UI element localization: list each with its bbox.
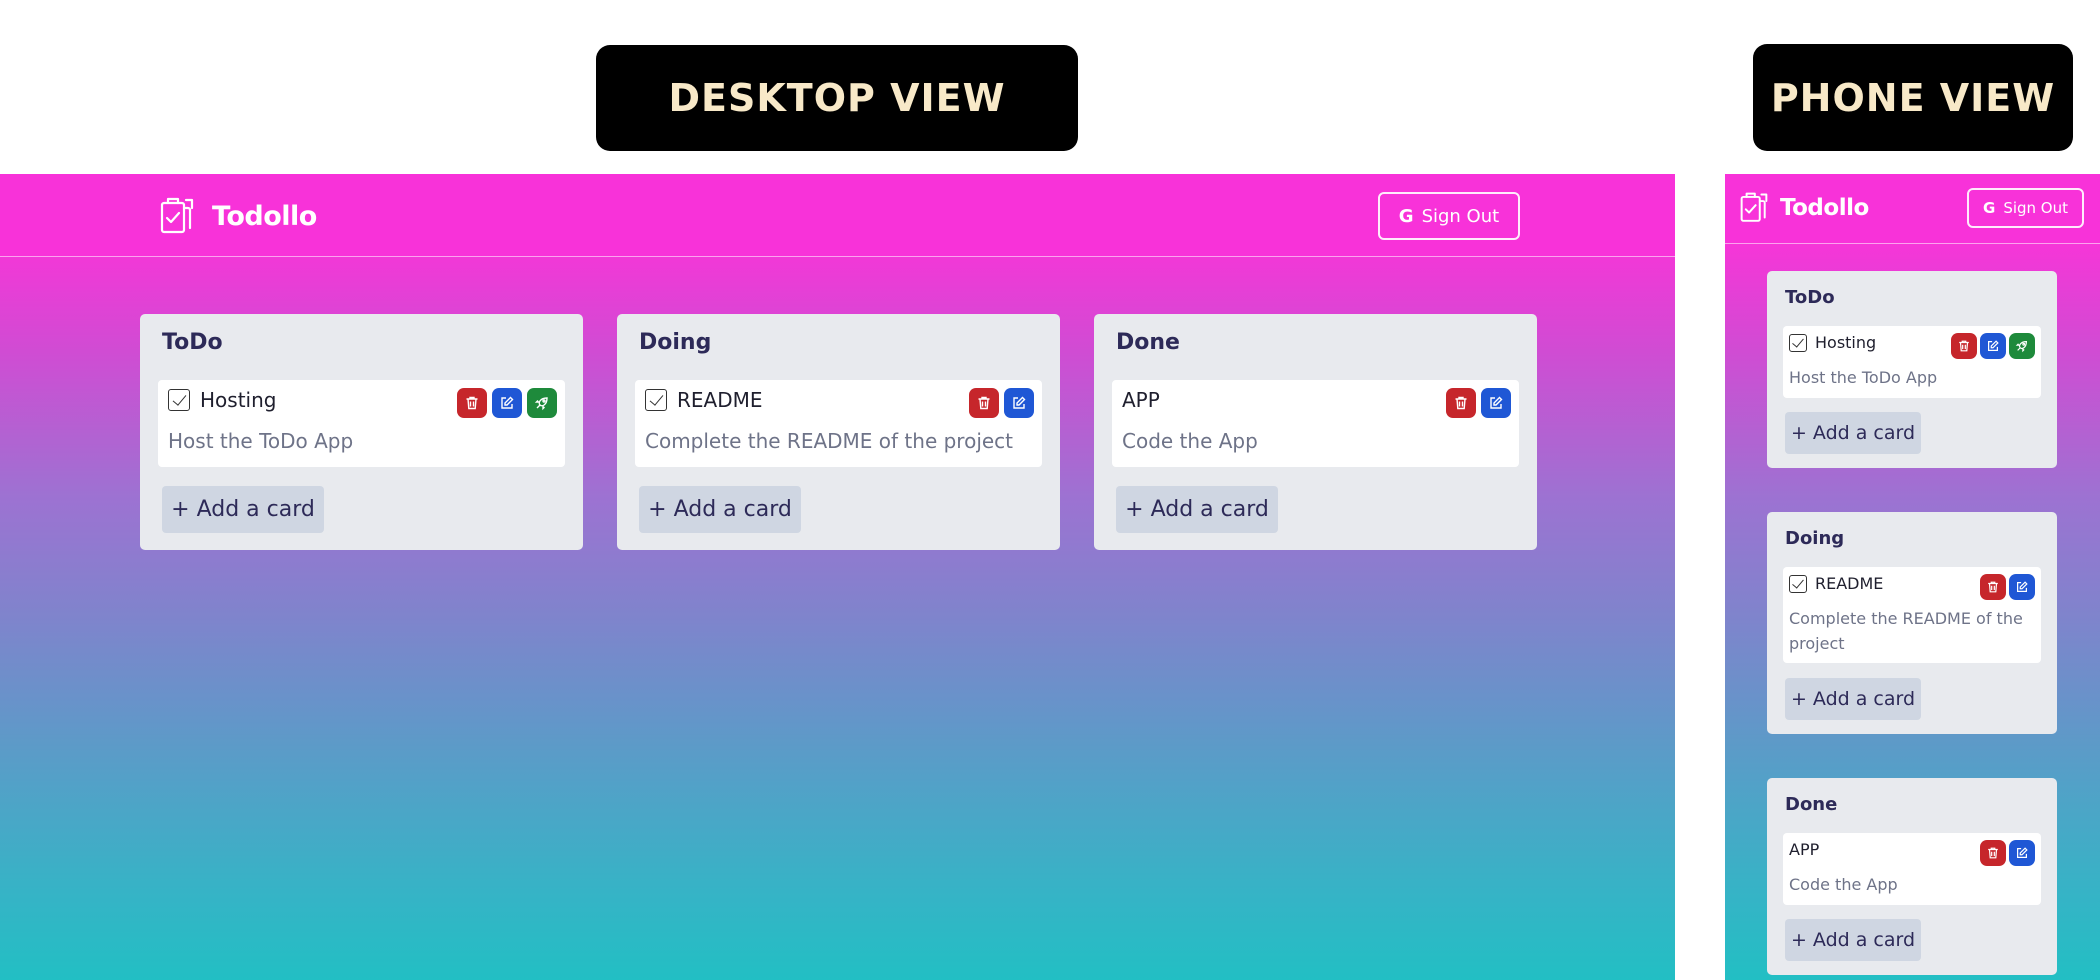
add-card-button[interactable]: + Add a card bbox=[1116, 486, 1278, 533]
checkbox-icon[interactable] bbox=[1789, 333, 1807, 352]
card-title: APP bbox=[1122, 388, 1160, 412]
add-card-button[interactable]: + Add a card bbox=[639, 486, 801, 533]
card-title-text: APP bbox=[1122, 388, 1160, 412]
delete-button[interactable] bbox=[1951, 333, 1977, 359]
card-title-text: Hosting bbox=[200, 388, 277, 412]
delete-button[interactable] bbox=[969, 388, 999, 418]
sign-out-button[interactable]: G Sign Out bbox=[1967, 188, 2084, 228]
google-icon: G bbox=[1983, 199, 1996, 217]
edit-button[interactable] bbox=[492, 388, 522, 418]
card-actions bbox=[964, 388, 1034, 418]
delete-button[interactable] bbox=[1446, 388, 1476, 418]
list-title: Done bbox=[1785, 794, 1838, 815]
edit-button[interactable] bbox=[1481, 388, 1511, 418]
checkbox-icon[interactable] bbox=[1789, 574, 1807, 593]
trash-icon bbox=[976, 395, 992, 411]
brand-name: Todollo bbox=[212, 200, 317, 232]
list-title: ToDo bbox=[1785, 287, 1835, 308]
rocket-icon bbox=[2015, 339, 2029, 353]
card-actions bbox=[1441, 388, 1511, 418]
brand[interactable]: Todollo bbox=[160, 194, 317, 238]
list-title: Doing bbox=[1785, 528, 1845, 549]
sign-out-label: Sign Out bbox=[2003, 199, 2068, 217]
trash-icon bbox=[464, 395, 480, 411]
card-description: Complete the README of the project bbox=[645, 429, 1014, 453]
google-icon: G bbox=[1398, 205, 1414, 227]
card-title-text: APP bbox=[1789, 840, 1820, 859]
list-todo: ToDo Hosting Host the ToDo App + Add a c… bbox=[1767, 271, 2057, 468]
trash-icon bbox=[1957, 339, 1971, 353]
card[interactable]: APP Code the App bbox=[1112, 380, 1519, 467]
card-title: APP bbox=[1789, 840, 1819, 859]
launch-button[interactable] bbox=[527, 388, 557, 418]
clipboard-check-icon bbox=[160, 194, 194, 238]
checkbox-icon[interactable] bbox=[168, 389, 190, 411]
trash-icon bbox=[1453, 395, 1469, 411]
add-card-button[interactable]: + Add a card bbox=[162, 486, 324, 533]
edit-icon bbox=[1986, 339, 2000, 353]
edit-button[interactable] bbox=[2009, 574, 2035, 600]
card[interactable]: Hosting Host the ToDo App bbox=[1783, 326, 2041, 398]
card[interactable]: Hosting Host the ToDo App bbox=[158, 380, 565, 467]
edit-button[interactable] bbox=[2009, 840, 2035, 866]
list-done: Done APP Code the App + Add a card bbox=[1767, 778, 2057, 975]
card-description: Code the App bbox=[1789, 875, 1898, 894]
card-title: README bbox=[645, 388, 763, 412]
edit-icon bbox=[1488, 395, 1504, 411]
delete-button[interactable] bbox=[1980, 840, 2006, 866]
app-header: Todollo G Sign Out bbox=[1725, 174, 2100, 244]
brand-name: Todollo bbox=[1780, 195, 1869, 221]
card-title-text: README bbox=[677, 388, 763, 412]
card-title-text: README bbox=[1815, 574, 1884, 593]
edit-icon bbox=[2015, 580, 2029, 594]
trash-icon bbox=[1986, 846, 2000, 860]
clipboard-check-icon bbox=[1740, 189, 1768, 227]
list-title: Doing bbox=[639, 330, 712, 355]
card[interactable]: README Complete the README of the projec… bbox=[635, 380, 1042, 467]
edit-button[interactable] bbox=[1004, 388, 1034, 418]
edit-icon bbox=[1011, 395, 1027, 411]
checkbox-icon[interactable] bbox=[645, 389, 667, 411]
card-title: Hosting bbox=[168, 388, 276, 412]
sign-out-button[interactable]: G Sign Out bbox=[1378, 192, 1520, 240]
card[interactable]: APP Code the App bbox=[1783, 833, 2041, 905]
delete-button[interactable] bbox=[1980, 574, 2006, 600]
card-description: Code the App bbox=[1122, 429, 1258, 453]
card-description: Host the ToDo App bbox=[1789, 368, 1938, 387]
list-done: Done APP Code the App + Add a card bbox=[1094, 314, 1537, 550]
card-title-text: Hosting bbox=[1815, 333, 1877, 352]
card-title: Hosting bbox=[1789, 333, 1876, 352]
app-header: Todollo G Sign Out bbox=[0, 174, 1675, 257]
edit-button[interactable] bbox=[1980, 333, 2006, 359]
phone-view-label: PHONE VIEW bbox=[1753, 44, 2073, 151]
card-description: Complete the README of the project bbox=[1789, 609, 2023, 653]
sign-out-label: Sign Out bbox=[1421, 205, 1500, 227]
list-doing: Doing README Complete the README of the … bbox=[1767, 512, 2057, 734]
card-actions bbox=[1948, 333, 2035, 359]
card-actions bbox=[1977, 840, 2035, 866]
desktop-view: Todollo G Sign Out ToDo Hosting Host the… bbox=[0, 174, 1675, 980]
card-actions bbox=[452, 388, 557, 418]
phone-view: Todollo G Sign Out ToDo Hosting Host the… bbox=[1725, 174, 2100, 980]
card-actions bbox=[1977, 574, 2035, 600]
add-card-button[interactable]: + Add a card bbox=[1785, 919, 1921, 961]
trash-icon bbox=[1986, 580, 2000, 594]
list-todo: ToDo Hosting Host the ToDo App + Add a c… bbox=[140, 314, 583, 550]
list-title: Done bbox=[1116, 330, 1180, 355]
desktop-view-label: DESKTOP VIEW bbox=[596, 45, 1078, 151]
card-title: README bbox=[1789, 574, 1883, 593]
launch-button[interactable] bbox=[2009, 333, 2035, 359]
edit-icon bbox=[2015, 846, 2029, 860]
edit-icon bbox=[499, 395, 515, 411]
add-card-button[interactable]: + Add a card bbox=[1785, 678, 1921, 720]
delete-button[interactable] bbox=[457, 388, 487, 418]
add-card-button[interactable]: + Add a card bbox=[1785, 412, 1921, 454]
card-description: Host the ToDo App bbox=[168, 429, 354, 453]
list-title: ToDo bbox=[162, 330, 223, 355]
list-doing: Doing README Complete the README of the … bbox=[617, 314, 1060, 550]
rocket-icon bbox=[534, 395, 550, 411]
brand[interactable]: Todollo bbox=[1740, 189, 1869, 227]
card[interactable]: README Complete the README of the projec… bbox=[1783, 567, 2041, 663]
